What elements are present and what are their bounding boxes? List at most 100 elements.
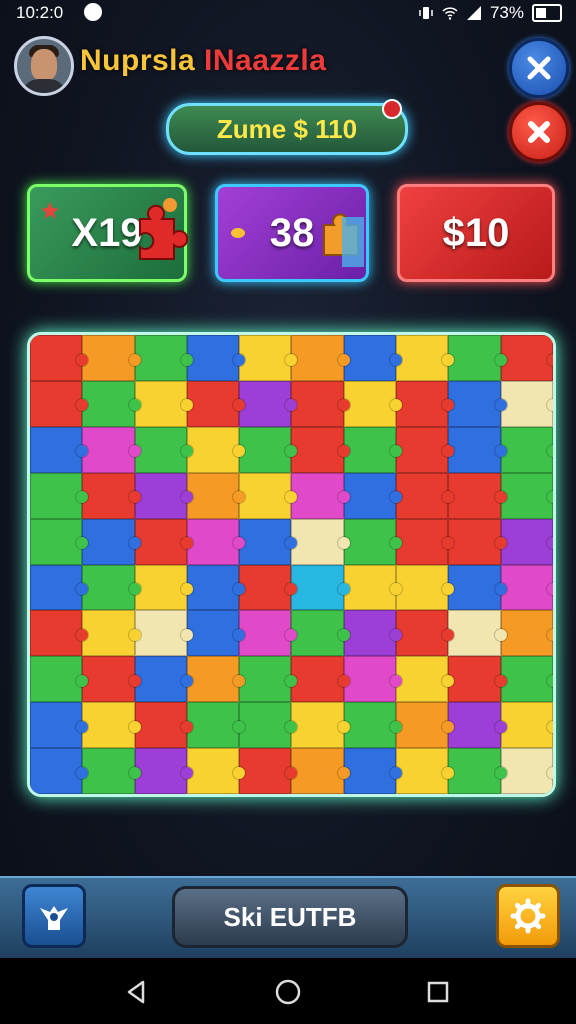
puzzle-piece[interactable] [134, 518, 194, 565]
puzzle-piece[interactable] [448, 472, 508, 519]
puzzle-piece[interactable] [291, 472, 351, 519]
puzzle-piece[interactable] [500, 702, 553, 749]
puzzle-piece[interactable] [30, 748, 89, 794]
puzzle-piece[interactable] [448, 380, 508, 427]
back-button[interactable] [118, 974, 154, 1010]
puzzle-piece[interactable] [396, 656, 455, 703]
puzzle-piece[interactable] [30, 564, 89, 611]
puzzle-piece[interactable] [343, 702, 403, 749]
puzzle-piece[interactable] [186, 610, 246, 657]
puzzle-piece[interactable] [500, 380, 553, 427]
puzzle-piece[interactable] [186, 748, 246, 794]
recent-apps-button[interactable] [420, 974, 456, 1010]
puzzle-piece[interactable] [396, 518, 455, 565]
puzzle-piece[interactable] [291, 335, 351, 381]
puzzle-piece[interactable] [500, 656, 553, 703]
settings-button[interactable] [496, 884, 560, 948]
puzzle-piece[interactable] [291, 610, 351, 657]
puzzle-piece[interactable] [343, 748, 403, 794]
puzzle-piece[interactable] [500, 564, 553, 611]
puzzle-piece[interactable] [396, 426, 455, 473]
puzzle-piece[interactable] [448, 518, 508, 565]
puzzle-piece[interactable] [134, 656, 194, 703]
puzzle-piece[interactable] [186, 472, 246, 519]
puzzle-piece[interactable] [239, 472, 298, 519]
puzzle-piece[interactable] [134, 472, 194, 519]
puzzle-piece[interactable] [291, 748, 351, 794]
puzzle-piece[interactable] [396, 748, 455, 794]
puzzle-piece[interactable] [239, 518, 298, 565]
puzzle-piece[interactable] [82, 426, 141, 473]
puzzle-piece[interactable] [291, 656, 351, 703]
puzzle-piece[interactable] [30, 610, 89, 657]
puzzle-piece[interactable] [82, 610, 141, 657]
puzzle-piece[interactable] [82, 472, 141, 519]
puzzle-piece[interactable] [30, 702, 89, 749]
puzzle-piece[interactable] [396, 564, 455, 611]
puzzle-piece[interactable] [448, 656, 508, 703]
puzzle-piece[interactable] [186, 335, 246, 381]
puzzle-piece[interactable] [396, 472, 455, 519]
puzzle-piece[interactable] [500, 335, 553, 381]
puzzle-piece[interactable] [291, 564, 351, 611]
puzzle-piece[interactable] [291, 380, 351, 427]
puzzle-piece[interactable] [239, 426, 298, 473]
puzzle-piece[interactable] [448, 748, 508, 794]
puzzle-piece[interactable] [448, 564, 508, 611]
puzzle-piece[interactable] [239, 335, 298, 381]
puzzle-grid[interactable] [30, 335, 553, 794]
puzzle-piece[interactable] [448, 335, 508, 381]
puzzle-piece[interactable] [30, 656, 89, 703]
puzzle-piece[interactable] [30, 472, 89, 519]
puzzle-piece[interactable] [239, 564, 298, 611]
puzzle-piece[interactable] [396, 335, 455, 381]
stat-card-multiplier[interactable]: X19 [27, 184, 188, 282]
player-avatar[interactable] [14, 36, 74, 96]
puzzle-piece[interactable] [239, 702, 298, 749]
puzzle-piece[interactable] [134, 748, 194, 794]
stat-card-coins[interactable]: $10 [397, 184, 555, 282]
stat-card-moves[interactable]: 38 [215, 184, 369, 282]
puzzle-piece[interactable] [343, 335, 403, 381]
puzzle-piece[interactable] [134, 426, 194, 473]
puzzle-piece[interactable] [239, 656, 298, 703]
puzzle-piece[interactable] [134, 610, 194, 657]
puzzle-piece[interactable] [30, 518, 89, 565]
home-button[interactable] [270, 974, 306, 1010]
puzzle-piece[interactable] [396, 380, 455, 427]
puzzle-piece[interactable] [134, 564, 194, 611]
puzzle-piece[interactable] [82, 380, 141, 427]
puzzle-piece[interactable] [82, 702, 141, 749]
puzzle-piece[interactable] [186, 702, 246, 749]
puzzle-piece[interactable] [343, 518, 403, 565]
puzzle-piece[interactable] [134, 380, 194, 427]
puzzle-piece[interactable] [396, 610, 455, 657]
puzzle-board[interactable] [27, 332, 556, 797]
puzzle-piece[interactable] [134, 335, 194, 381]
puzzle-piece[interactable] [82, 518, 141, 565]
puzzle-piece[interactable] [186, 656, 246, 703]
puzzle-piece[interactable] [448, 610, 508, 657]
puzzle-piece[interactable] [396, 702, 455, 749]
puzzle-piece[interactable] [291, 518, 351, 565]
puzzle-piece[interactable] [291, 426, 351, 473]
puzzle-piece[interactable] [343, 564, 403, 611]
puzzle-piece[interactable] [448, 702, 508, 749]
puzzle-piece[interactable] [343, 472, 403, 519]
puzzle-piece[interactable] [82, 335, 141, 381]
puzzle-piece[interactable] [448, 426, 508, 473]
puzzle-piece[interactable] [186, 564, 246, 611]
close-button-red[interactable] [509, 102, 569, 162]
puzzle-piece[interactable] [343, 380, 403, 427]
skip-button[interactable]: Ski EUTFB [172, 886, 408, 948]
helper-button[interactable] [22, 884, 86, 948]
puzzle-piece[interactable] [500, 748, 553, 794]
close-button-blue[interactable] [509, 38, 569, 98]
puzzle-piece[interactable] [291, 702, 351, 749]
puzzle-piece[interactable] [30, 426, 89, 473]
puzzle-piece[interactable] [134, 702, 194, 749]
puzzle-piece[interactable] [186, 380, 246, 427]
puzzle-piece[interactable] [82, 748, 141, 794]
puzzle-piece[interactable] [30, 380, 89, 427]
puzzle-piece[interactable] [500, 518, 553, 565]
